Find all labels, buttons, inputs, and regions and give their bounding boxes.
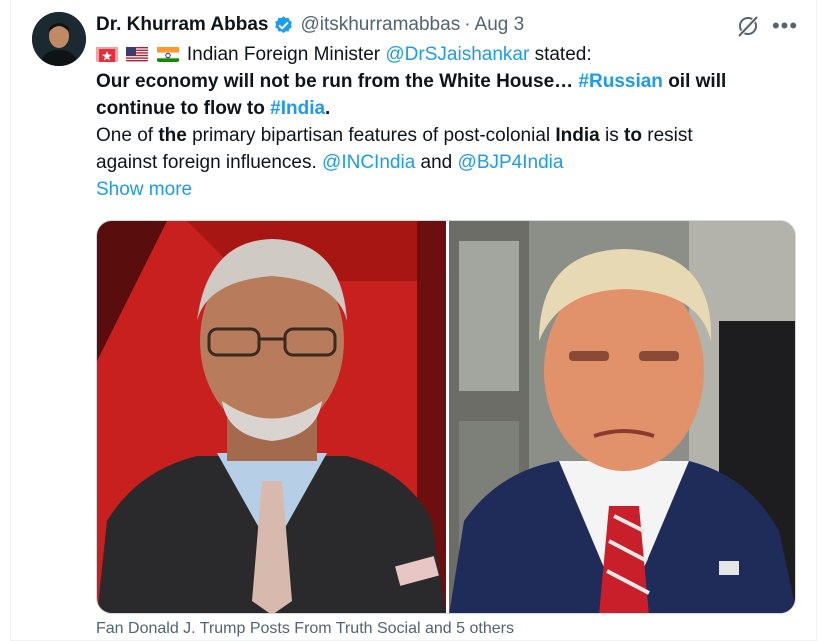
- text-segment-bold: continue to flow to: [96, 98, 265, 119]
- separator-dot: ·: [464, 14, 471, 35]
- tweet-media: [96, 220, 796, 614]
- show-more-link[interactable]: Show more: [96, 179, 192, 200]
- text-segment: Indian Foreign Minister: [186, 44, 381, 65]
- us-flag-icon: [126, 45, 149, 62]
- tweet-header: Dr. Khurram Abbas @itskhurramabbas · Aug…: [96, 12, 524, 38]
- tweet-line-5: against foreign influences. @INCIndia an…: [96, 149, 796, 176]
- tweet-text: Indian Foreign Minister @DrSJaishankar s…: [96, 41, 796, 203]
- text-segment: stated:: [534, 44, 592, 65]
- tweet-line-1: Indian Foreign Minister @DrSJaishankar s…: [96, 41, 796, 68]
- tweet-line-2: Our economy will not be run from the Whi…: [96, 68, 796, 95]
- text-segment-bold: the: [158, 125, 187, 146]
- mention-link[interactable]: @INCIndia: [322, 152, 415, 173]
- text-segment: and: [420, 152, 453, 173]
- tweet-line-4: One of the primary bipartisan features o…: [96, 122, 796, 149]
- india-flag-icon: [156, 45, 179, 62]
- media-photo-left[interactable]: [97, 221, 446, 613]
- badge-emoji-icon: [96, 45, 118, 62]
- social-context[interactable]: Fan Donald J. Trump Posts From Truth Soc…: [96, 620, 514, 638]
- more-icon[interactable]: •••: [772, 13, 797, 38]
- text-segment: One of: [96, 125, 154, 146]
- text-segment: resist: [647, 125, 693, 146]
- avatar[interactable]: [32, 12, 86, 66]
- verified-badge-icon[interactable]: [273, 15, 294, 36]
- hashtag-link[interactable]: #Russian: [578, 71, 662, 92]
- grok-icon[interactable]: [736, 14, 760, 38]
- timeline-right-border: [816, 0, 817, 641]
- author-name[interactable]: Dr. Khurram Abbas: [96, 14, 268, 36]
- media-photo-right[interactable]: [449, 221, 795, 613]
- mention-link[interactable]: @DrSJaishankar: [385, 44, 529, 65]
- text-segment-bold: India: [555, 125, 600, 146]
- tweet-line-3: continue to flow to #India.: [96, 95, 796, 122]
- text-segment: primary bipartisan features of post-colo…: [192, 125, 551, 146]
- mention-link[interactable]: @BJP4India: [458, 152, 564, 173]
- author-handle[interactable]: @itskhurramabbas: [300, 14, 460, 36]
- text-segment: is: [605, 125, 619, 146]
- tweet-date[interactable]: Aug 3: [475, 14, 525, 36]
- text-segment: against foreign influences.: [96, 152, 317, 173]
- text-segment-bold: to: [624, 125, 642, 146]
- timeline-left-border: [10, 0, 11, 641]
- text-segment-bold: Our economy will not be run from the Whi…: [96, 71, 574, 92]
- text-segment-bold: oil will: [668, 71, 727, 92]
- tweet-line-6: Show more: [96, 176, 796, 203]
- text-segment-bold: .: [325, 98, 331, 119]
- hashtag-link[interactable]: #India: [270, 98, 325, 119]
